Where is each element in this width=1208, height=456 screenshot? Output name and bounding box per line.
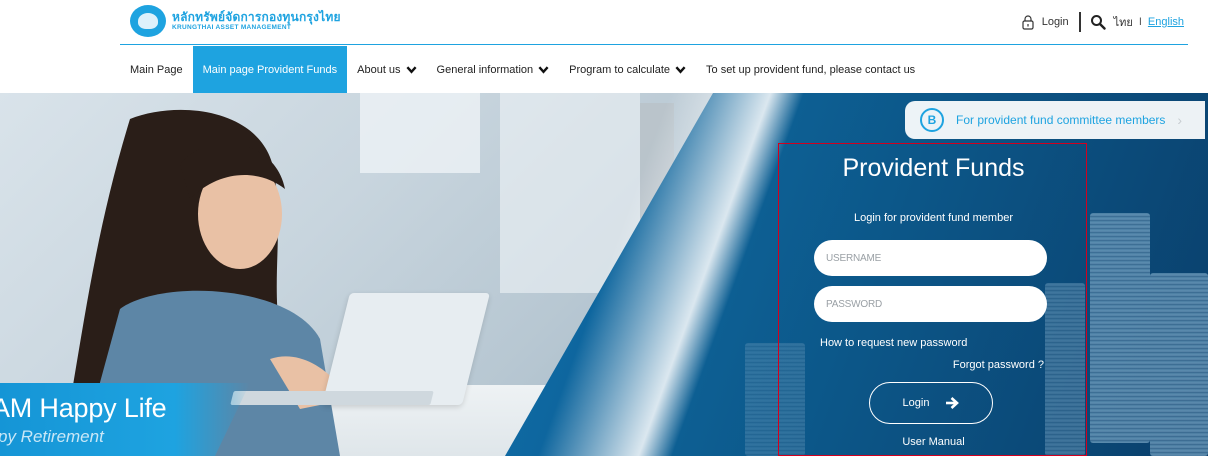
divider	[1078, 12, 1081, 32]
login-link[interactable]: Login	[1042, 16, 1069, 28]
brand-name-en: KRUNGTHAI ASSET MANAGEMENT	[172, 23, 292, 31]
username-input[interactable]	[814, 240, 1047, 276]
hero-subtitle: py Retirement	[0, 427, 104, 446]
nav-item-provident-funds[interactable]: Main page Provident Funds	[192, 46, 348, 93]
logo-emblem-icon	[130, 5, 166, 37]
top-header: หลักทรัพย์จัดการกองทุนกรุงไทย KRUNGTHAI …	[0, 0, 1208, 46]
page: หลักทรัพย์จัดการกองทุนกรุงไทย KRUNGTHAI …	[0, 0, 1208, 456]
chevron-down-icon	[675, 66, 686, 74]
login-title: Provident Funds	[842, 154, 1025, 182]
nav-item-contact-setup[interactable]: To set up provident fund, please contact…	[696, 46, 925, 93]
lang-separator: I	[1138, 16, 1142, 28]
laptop-base	[230, 391, 434, 405]
login-subtitle: Login for provident fund member	[854, 212, 1013, 224]
utility-bar: Login ไทย I English	[1020, 12, 1184, 32]
nav-item-about-us[interactable]: About us	[347, 46, 426, 93]
header-divider	[120, 44, 1188, 45]
main-nav: Main Page Main page Provident Funds Abou…	[120, 46, 925, 93]
nav-item-program-to-calculate[interactable]: Program to calculate	[559, 46, 696, 93]
nav-item-main-page[interactable]: Main Page	[120, 46, 193, 93]
chevron-down-icon	[538, 66, 549, 74]
request-password-link[interactable]: How to request new password	[820, 337, 967, 349]
login-button-label: Login	[902, 397, 930, 409]
password-input[interactable]	[814, 286, 1047, 322]
brand-logo[interactable]: หลักทรัพย์จัดการกองทุนกรุงไทย KRUNGTHAI …	[130, 5, 341, 37]
arrow-right-icon	[946, 397, 960, 409]
lang-english-link[interactable]: English	[1148, 16, 1184, 28]
committee-label: For provident fund committee members	[956, 113, 1166, 127]
laptop-image	[322, 293, 490, 405]
hero-title: AM Happy Life	[0, 393, 167, 423]
login-panel: Provident Funds Login for provident fund…	[778, 143, 1087, 456]
lang-thai-link[interactable]: ไทย	[1114, 13, 1133, 31]
committee-badge-icon: B	[920, 108, 944, 132]
chevron-down-icon	[406, 66, 417, 74]
forgot-password-link[interactable]: Forgot password ?	[953, 359, 1044, 371]
login-button[interactable]: Login	[869, 382, 993, 424]
brand-name-th: หลักทรัพย์จัดการกองทุนกรุงไทย	[172, 9, 341, 24]
user-manual-link[interactable]: User Manual	[779, 436, 1088, 448]
committee-members-button[interactable]: B For provident fund committee members ›	[905, 101, 1205, 139]
lock-icon	[1022, 15, 1034, 30]
chevron-right-icon: ›	[1177, 112, 1183, 128]
nav-item-general-information[interactable]: General information	[427, 46, 560, 93]
search-icon[interactable]	[1090, 14, 1106, 30]
